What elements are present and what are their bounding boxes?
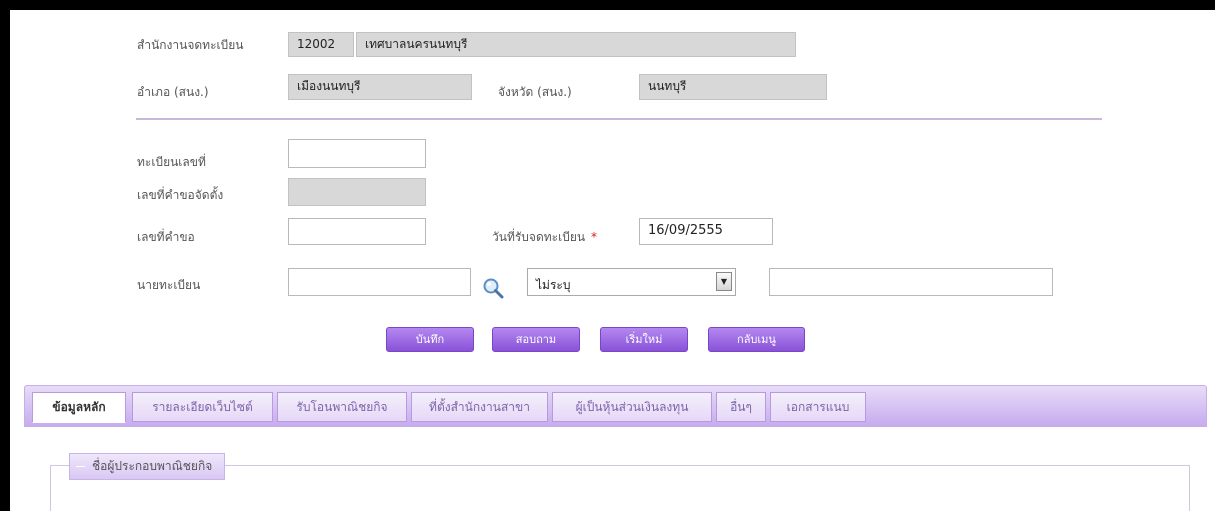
request-no-label: เลขที่คำขอ (137, 230, 195, 244)
registrar-input[interactable] (288, 268, 471, 296)
new-button[interactable]: เริ่มใหม่ (600, 327, 688, 352)
registrar-name-input[interactable] (769, 268, 1053, 296)
tab-attachments[interactable]: เอกสารแนบ (770, 392, 866, 422)
tab-bar: ข้อมูลหลัก รายละเอียดเว็บไซต์ รับโอนพาณิ… (24, 385, 1207, 427)
district-field: เมืองนนทบุรี (288, 74, 472, 100)
district-label: อำเภอ (สนง.) (137, 85, 209, 99)
registrar-office-code-field: 12002 (288, 32, 354, 57)
registration-no-input[interactable] (288, 139, 426, 168)
tab-main-info[interactable]: ข้อมูลหลัก (32, 392, 126, 423)
page-frame: สำนักงานจดทะเบียน 12002 เทศบาลนครนนทบุรี… (10, 10, 1215, 511)
section-divider (136, 118, 1102, 120)
tab-business-transfer[interactable]: รับโอนพาณิชยกิจ (277, 392, 407, 422)
registration-no-label: ทะเบียนเลขที่ (137, 155, 206, 169)
registration-date-label-text: วันที่รับจดทะเบียน (492, 230, 586, 244)
registrar-label: นายทะเบียน (137, 278, 201, 292)
chevron-down-icon[interactable]: ▼ (716, 272, 732, 291)
tab-branch-office[interactable]: ที่ตั้งสำนักงานสาขา (411, 392, 548, 422)
registration-date-label: วันที่รับจดทะเบียน * (492, 228, 597, 247)
tab-website-details[interactable]: รายละเอียดเว็บไซต์ (132, 392, 273, 422)
required-mark: * (591, 230, 598, 244)
province-field: นนทบุรี (639, 74, 827, 100)
setup-request-no-label: เลขที่คำขอจัดตั้ง (137, 188, 224, 202)
registrar-office-name-field: เทศบาลนครนนทบุรี (356, 32, 796, 57)
tab-others[interactable]: อื่นๆ (716, 392, 766, 422)
registrar-select-value: ไม่ระบุ (536, 278, 571, 292)
province-label: จังหวัด (สนง.) (498, 85, 572, 99)
save-button[interactable]: บันทึก (386, 327, 474, 352)
tab-partners-investment[interactable]: ผู้เป็นหุ้นส่วนเงินลงทุน (552, 392, 712, 422)
query-button[interactable]: สอบถาม (492, 327, 580, 352)
back-menu-button[interactable]: กลับเมนู (708, 327, 805, 352)
registration-date-input[interactable]: 16/09/2555 (639, 218, 773, 245)
registrar-select[interactable]: ไม่ระบุ ▼ (527, 268, 736, 296)
setup-request-no-field (288, 178, 426, 206)
request-no-input[interactable] (288, 218, 426, 245)
business-operator-legend: ชื่อผู้ประกอบพาณิชยกิจ (69, 453, 226, 480)
registrar-office-label: สำนักงานจดทะเบียน (137, 38, 244, 52)
magnifier-icon[interactable] (482, 277, 504, 299)
